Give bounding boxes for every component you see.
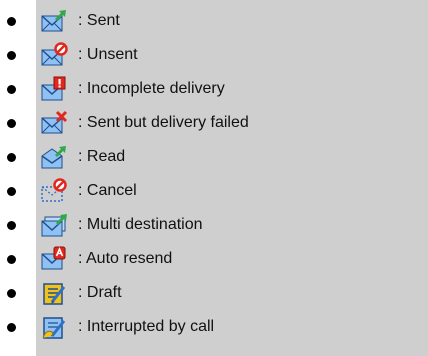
mail-unsent-icon bbox=[40, 42, 70, 68]
mail-resend-icon bbox=[40, 246, 70, 272]
legend-row-unsent: : Unsent bbox=[0, 38, 428, 72]
legend-label: : Read bbox=[78, 148, 126, 165]
legend-label: : Draft bbox=[78, 284, 122, 301]
legend-label: : Multi destination bbox=[78, 216, 203, 233]
mail-multi-icon bbox=[40, 212, 70, 238]
bullet bbox=[7, 289, 16, 298]
mail-incomplete-icon bbox=[40, 76, 70, 102]
legend-label: : Auto resend bbox=[78, 250, 173, 267]
legend-row-sent: : Sent bbox=[0, 4, 428, 38]
bullet bbox=[7, 187, 16, 196]
bullet bbox=[7, 255, 16, 264]
legend-label: : Cancel bbox=[78, 182, 137, 199]
legend-label: : Interrupted by call bbox=[78, 318, 215, 335]
legend-label: : Unsent bbox=[78, 46, 138, 63]
legend-row-draft: : Draft bbox=[0, 276, 428, 310]
bullet bbox=[7, 85, 16, 94]
legend-row-multi: : Multi destination bbox=[0, 208, 428, 242]
mail-cancel-icon bbox=[40, 178, 70, 204]
legend-row-resend: : Auto resend bbox=[0, 242, 428, 276]
bullet bbox=[7, 221, 16, 230]
bullet bbox=[7, 17, 16, 26]
bullet bbox=[7, 51, 16, 60]
legend-row-interrupted: : Interrupted by call bbox=[0, 310, 428, 344]
legend-label: : Sent bbox=[78, 12, 120, 29]
legend-row-failed: : Sent but delivery failed bbox=[0, 106, 428, 140]
mail-read-icon bbox=[40, 144, 70, 170]
mail-status-legend: : Sent : Unsent : Incomplete delivery: … bbox=[0, 0, 428, 356]
draft-icon bbox=[40, 280, 70, 306]
mail-failed-icon bbox=[40, 110, 70, 136]
legend-label: : Sent but delivery failed bbox=[78, 114, 249, 131]
mail-sent-icon bbox=[40, 8, 70, 34]
bullet bbox=[7, 119, 16, 128]
legend-row-incomplete: : Incomplete delivery bbox=[0, 72, 428, 106]
bullet bbox=[7, 323, 16, 332]
legend-row-cancel: : Cancel bbox=[0, 174, 428, 208]
legend-label: : Incomplete delivery bbox=[78, 80, 225, 97]
bullet bbox=[7, 153, 16, 162]
legend-row-read: : Read bbox=[0, 140, 428, 174]
interrupted-call-icon bbox=[40, 314, 70, 340]
